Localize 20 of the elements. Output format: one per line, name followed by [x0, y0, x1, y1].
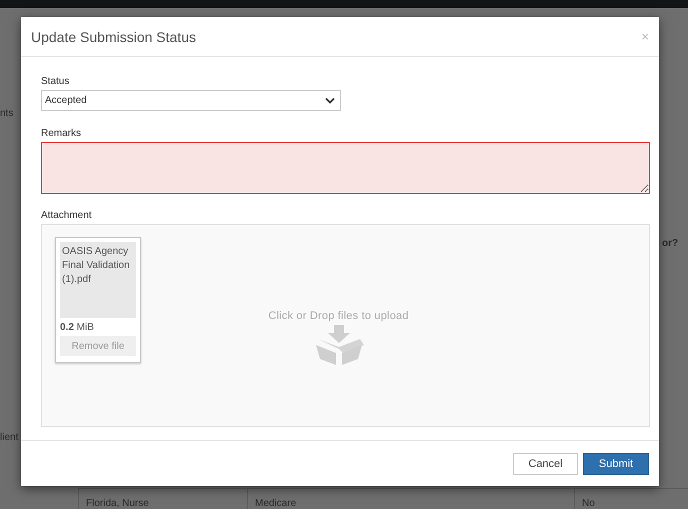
drop-zone[interactable]: OASIS Agency Final Validation (1).pdf 0.2 MiB Remove file Click or Drop files to upload — [41, 224, 650, 427]
table-cell: or? — [662, 238, 678, 249]
field-label: Remarks — [41, 128, 82, 140]
table-cell: lient — [0, 432, 18, 443]
table-cell: Florida, Nurse — [78, 489, 247, 509]
upload-hint: Click or Drop files to upload — [268, 310, 409, 322]
file-size: 0.2 MiB — [60, 322, 95, 333]
submit-button[interactable]: Submit — [583, 452, 649, 474]
table-cell: nts — [0, 108, 14, 119]
box-download-icon — [314, 325, 364, 365]
remarks-field[interactable] — [41, 142, 650, 194]
file-name: OASIS Agency Final Validation (1).pdf — [60, 242, 136, 318]
cancel-button[interactable]: Cancel — [513, 452, 578, 474]
field-label: Status — [41, 76, 70, 88]
table-cell: Medicare — [247, 489, 574, 509]
dialog-title: Update Submission Status — [31, 28, 196, 44]
chevron-down-icon — [325, 97, 335, 104]
field-label: Attachment — [41, 210, 93, 222]
status-dropdown[interactable]: Accepted — [41, 90, 341, 111]
table-cell: No — [574, 489, 688, 509]
